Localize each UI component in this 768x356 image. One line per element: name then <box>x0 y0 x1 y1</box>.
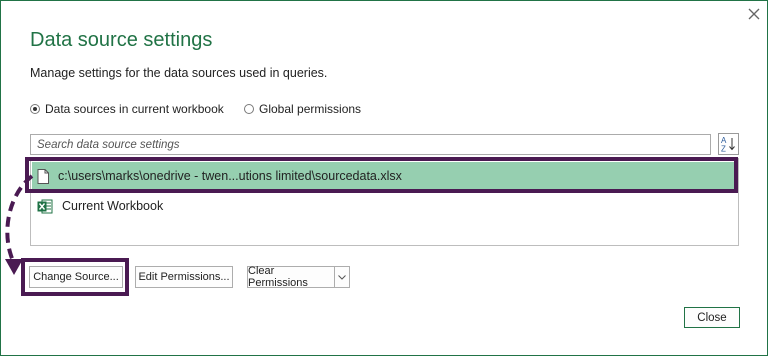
svg-text:Z: Z <box>721 145 726 154</box>
list-item-label: c:\users\marks\onedrive - twen...utions … <box>58 169 402 183</box>
search-box[interactable] <box>30 134 711 155</box>
sort-az-icon: A Z <box>721 136 735 154</box>
radio-global-permissions[interactable]: Global permissions <box>244 101 361 117</box>
excel-icon <box>37 199 53 214</box>
radio-label: Data sources in current workbook <box>45 102 224 116</box>
radio-current-workbook[interactable]: Data sources in current workbook <box>30 101 224 117</box>
close-icon[interactable] <box>745 5 763 23</box>
radio-button-selected[interactable] <box>30 104 40 114</box>
dialog-title: Data source settings <box>30 29 213 51</box>
list-item-label: Current Workbook <box>62 199 164 213</box>
chevron-down-icon <box>338 274 346 280</box>
clear-permissions-dropdown[interactable] <box>334 266 350 288</box>
sort-az-button[interactable]: A Z <box>718 133 739 155</box>
edit-permissions-button[interactable]: Edit Permissions... <box>135 266 233 288</box>
dialog-description: Manage settings for the data sources use… <box>30 66 328 80</box>
clear-permissions-button[interactable]: Clear Permissions <box>247 265 334 289</box>
change-source-button[interactable]: Change Source... <box>29 266 123 288</box>
file-icon <box>37 168 49 184</box>
list-item-sourcedata[interactable]: c:\users\marks\onedrive - twen...utions … <box>32 162 736 190</box>
data-source-settings-dialog: Data source settings Manage settings for… <box>0 0 768 356</box>
close-button[interactable]: Close <box>684 307 740 328</box>
list-item-current-workbook[interactable]: Current Workbook <box>32 192 736 220</box>
radio-button[interactable] <box>244 104 254 114</box>
radio-label: Global permissions <box>259 102 362 116</box>
search-input[interactable] <box>37 138 704 151</box>
